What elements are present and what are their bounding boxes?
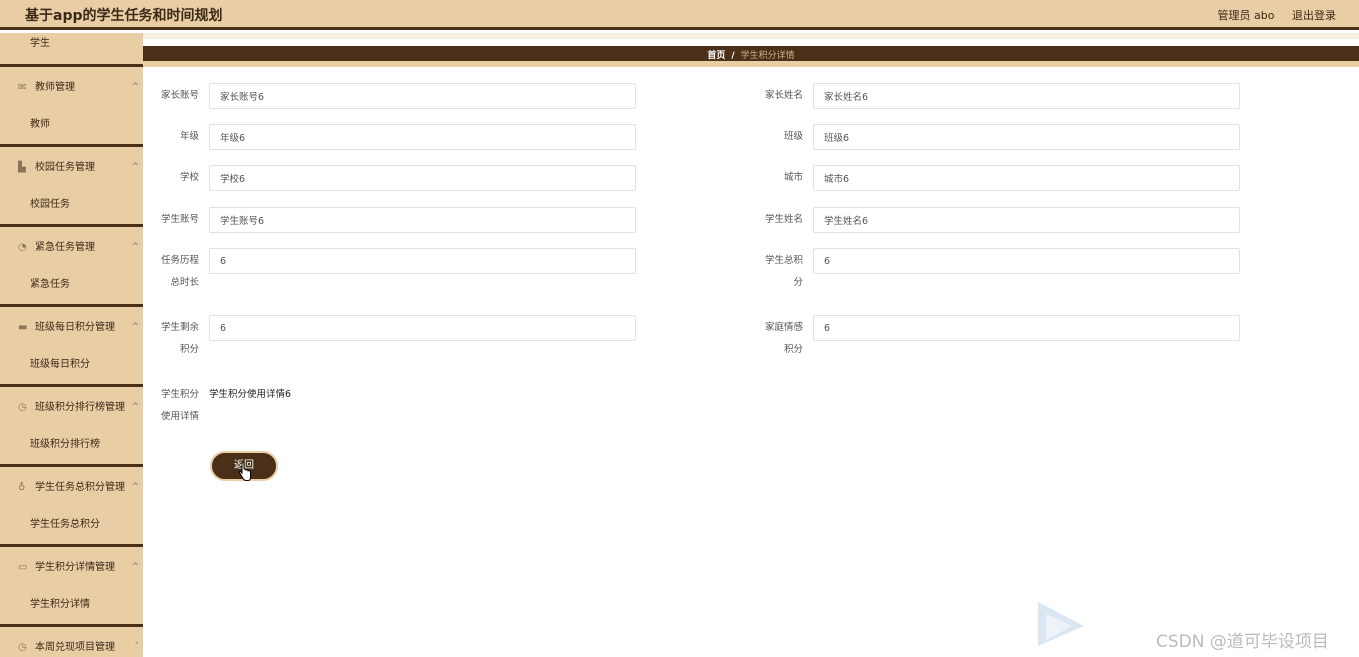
sidebar-item-campus-task[interactable]: 校园任务 <box>0 188 143 227</box>
user-area: 管理员 abo 退出登录 <box>1204 7 1336 23</box>
field-label: 学校 <box>179 172 199 183</box>
compass-icon: ◷ <box>18 402 27 413</box>
chevron-up-icon: ^ <box>131 322 139 332</box>
field-label: 学生积分 <box>160 389 199 400</box>
usage-detail-value: 学生积分使用详情6 <box>209 389 292 400</box>
sidebar-group-label: 教师管理 <box>35 82 75 93</box>
field-label: 学生账号 <box>160 214 199 225</box>
family-points-input[interactable] <box>813 315 1240 341</box>
chevron-up-icon: ^ <box>131 482 139 492</box>
breadcrumb: 首页 / 学生积分详情 <box>143 46 1359 67</box>
parent-name-input[interactable] <box>813 83 1240 109</box>
sidebar-group-weekly-redeem[interactable]: ◷ 本周兑现项目管理 ˇ <box>0 627 143 657</box>
sidebar-item-student-points-detail[interactable]: 学生积分详情 <box>0 588 143 627</box>
mic-icon: ♁ <box>18 482 26 493</box>
sidebar-item-student[interactable]: 学生 <box>0 33 143 67</box>
field-label-line2: 总时长 <box>170 277 199 288</box>
parent-account-input[interactable] <box>209 83 636 109</box>
field-label: 年级 <box>179 131 199 142</box>
sidebar-group-campus-task[interactable]: ▙ 校园任务管理 ^ <box>0 147 143 188</box>
top-bar: 基于app的学生任务和时间规划 管理员 abo 退出登录 <box>0 0 1359 30</box>
field-label-line2: 使用详情 <box>160 411 199 422</box>
sidebar-group-student-total-points[interactable]: ♁ 学生任务总积分管理 ^ <box>0 467 143 508</box>
chevron-up-icon: ^ <box>131 562 139 572</box>
breadcrumb-current: 学生积分详情 <box>740 51 795 61</box>
field-label: 城市 <box>783 172 803 183</box>
field-label-line2: 分 <box>793 277 803 288</box>
user-label[interactable]: 管理员 abo <box>1218 9 1275 22</box>
field-label: 家长姓名 <box>764 90 803 101</box>
mail-icon: ✉ <box>18 82 27 93</box>
sidebar-group-teacher[interactable]: ✉ 教师管理 ^ <box>0 67 143 108</box>
field-label: 学生剩余 <box>160 322 199 333</box>
sidebar-group-label: 紧急任务管理 <box>35 242 95 253</box>
grade-input[interactable] <box>209 124 636 150</box>
field-label-line2: 积分 <box>179 344 199 355</box>
sidebar-group-label: 本周兑现项目管理 <box>35 642 115 653</box>
school-input[interactable] <box>209 165 636 191</box>
field-label: 家长账号 <box>160 90 199 101</box>
task-duration-input[interactable] <box>209 248 636 274</box>
field-label: 任务历程 <box>160 255 199 266</box>
sidebar-group-class-daily-points[interactable]: ▬ 班级每日积分管理 ^ <box>0 307 143 348</box>
logout-link[interactable]: 退出登录 <box>1292 9 1336 22</box>
chevron-up-icon: ^ <box>131 242 139 252</box>
field-label: 学生总积 <box>764 255 803 266</box>
field-label: 家庭情感 <box>764 322 803 333</box>
class-input[interactable] <box>813 124 1240 150</box>
chevron-down-icon: ˇ <box>134 642 140 652</box>
sidebar-item-student-total-points[interactable]: 学生任务总积分 <box>0 508 143 547</box>
watermark-text: CSDN @道可毕设项目 <box>1156 632 1329 652</box>
breadcrumb-separator: / <box>731 51 735 61</box>
clock-icon: ◷ <box>18 642 27 653</box>
student-account-input[interactable] <box>209 207 636 233</box>
sidebar-group-student-points-detail[interactable]: ▭ 学生积分详情管理 ^ <box>0 547 143 588</box>
chart-icon: ▙ <box>18 162 26 173</box>
chevron-up-icon: ^ <box>131 162 139 172</box>
chevron-up-icon: ^ <box>131 402 139 412</box>
hand-cursor-icon <box>238 462 251 481</box>
remaining-points-input[interactable] <box>209 315 636 341</box>
sidebar-group-label: 班级积分排行榜管理 <box>35 402 125 413</box>
sidebar-item-teacher[interactable]: 教师 <box>0 108 143 147</box>
card-icon: ▭ <box>18 562 28 573</box>
briefcase-icon: ▬ <box>18 322 28 333</box>
sidebar-group-label: 学生任务总积分管理 <box>35 482 125 493</box>
field-label: 学生姓名 <box>764 214 803 225</box>
gauge-icon: ◔ <box>18 242 27 253</box>
sidebar-item-class-daily-points[interactable]: 班级每日积分 <box>0 348 143 387</box>
sidebar-group-label: 班级每日积分管理 <box>35 322 115 333</box>
breadcrumb-home[interactable]: 首页 <box>707 51 725 61</box>
divider <box>143 33 1359 39</box>
field-label: 班级 <box>783 131 803 142</box>
city-input[interactable] <box>813 165 1240 191</box>
sidebar-group-label: 校园任务管理 <box>35 162 95 173</box>
student-name-input[interactable] <box>813 207 1240 233</box>
watermark-logo-icon <box>1038 602 1084 646</box>
field-label-line2: 积分 <box>783 344 803 355</box>
sidebar-item-class-ranking[interactable]: 班级积分排行榜 <box>0 428 143 467</box>
sidebar-group-label: 学生积分详情管理 <box>35 562 115 573</box>
total-points-input[interactable] <box>813 248 1240 274</box>
sidebar-group-class-ranking[interactable]: ◷ 班级积分排行榜管理 ^ <box>0 387 143 428</box>
sidebar: 学生 ✉ 教师管理 ^ 教师 ▙ 校园任务管理 ^ 校园任务 ◔ 紧急任务管理 ^ 紧急任务… <box>0 33 143 657</box>
sidebar-group-urgent-task[interactable]: ◔ 紧急任务管理 ^ <box>0 227 143 268</box>
chevron-up-icon: ^ <box>131 82 139 92</box>
sidebar-item-urgent-task[interactable]: 紧急任务 <box>0 268 143 307</box>
app-title: 基于app的学生任务和时间规划 <box>25 8 223 24</box>
